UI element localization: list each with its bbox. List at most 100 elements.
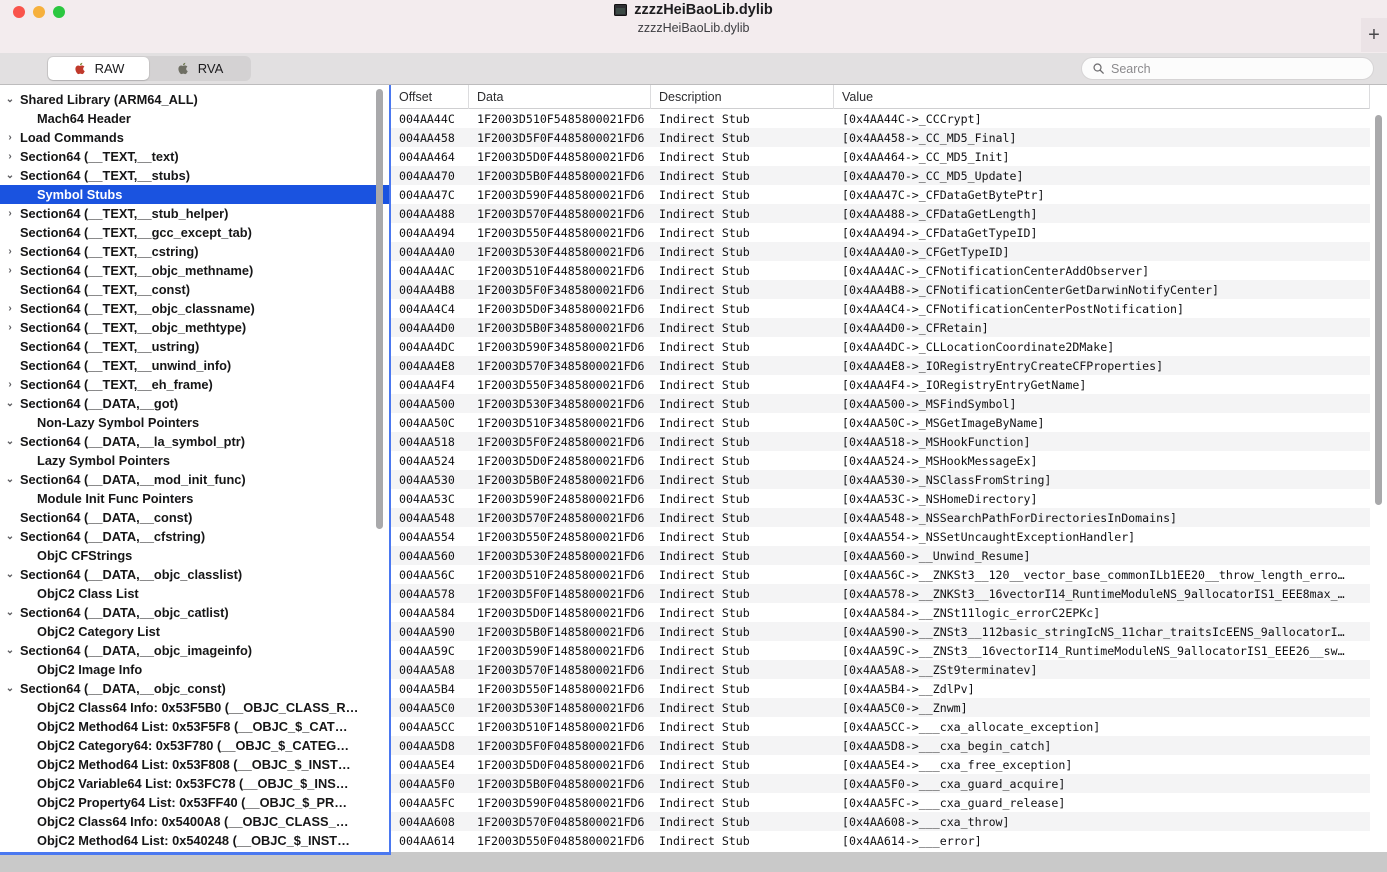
tree-item[interactable]: Symbol Stubs (0, 185, 389, 204)
table-row[interactable]: 004AA458 1F2003D5F0F4485800021FD6 Indirect… (391, 128, 1387, 147)
tree-item[interactable]: Section64 (__TEXT,__const) (0, 280, 389, 299)
table-row[interactable]: 004AA5FC 1F2003D590F0485800021FD6 Indirect… (391, 793, 1387, 812)
chevron-down-icon[interactable]: ⌄ (0, 569, 20, 580)
sidebar-scrollbar[interactable] (376, 89, 383, 529)
tree-item[interactable]: ObjC2 Category64: 0x53F780 (__OBJC_$_CAT… (0, 736, 389, 755)
table-row[interactable]: 004AA50C 1F2003D510F3485800021FD6 Indirect… (391, 413, 1387, 432)
table-row[interactable]: 004AA4F4 1F2003D550F3485800021FD6 Indirect… (391, 375, 1387, 394)
tree-item[interactable]: ObjC2 Method64 List: 0x53F5F8 (__OBJC_$_… (0, 717, 389, 736)
structure-tree[interactable]: ⌄ Shared Library (ARM64_ALL) Mach64 Heade… (0, 85, 389, 870)
tree-item[interactable]: ⌄ Section64 (__DATA,__objc_imageinfo) (0, 641, 389, 660)
tree-item[interactable]: › Section64 (__TEXT,__eh_frame) (0, 375, 389, 394)
chevron-down-icon[interactable]: ⌄ (0, 94, 20, 105)
table-row[interactable]: 004AA5E4 1F2003D5D0F0485800021FD6 Indirect… (391, 755, 1387, 774)
tree-item[interactable]: › Section64 (__TEXT,__objc_methtype) (0, 318, 389, 337)
table-row[interactable]: 004AA5B4 1F2003D550F1485800021FD6 Indirect… (391, 679, 1387, 698)
tree-item[interactable]: ⌄ Section64 (__DATA,__got) (0, 394, 389, 413)
table-row[interactable]: 004AA4B8 1F2003D5F0F3485800021FD6 Indirect… (391, 280, 1387, 299)
table-row[interactable]: 004AA530 1F2003D5B0F2485800021FD6 Indirect… (391, 470, 1387, 489)
chevron-right-icon[interactable]: › (0, 379, 20, 390)
table-row[interactable]: 004AA500 1F2003D530F3485800021FD6 Indirect… (391, 394, 1387, 413)
tree-item[interactable]: ObjC2 Class List (0, 584, 389, 603)
chevron-down-icon[interactable]: ⌄ (0, 474, 20, 485)
table-row[interactable]: 004AA56C 1F2003D510F2485800021FD6 Indirect… (391, 565, 1387, 584)
chevron-down-icon[interactable]: ⌄ (0, 170, 20, 181)
table-row[interactable]: 004AA4E8 1F2003D570F3485800021FD6 Indirect… (391, 356, 1387, 375)
tree-item[interactable]: ⌄ Section64 (__DATA,__la_symbol_ptr) (0, 432, 389, 451)
table-row[interactable]: 004AA608 1F2003D570F0485800021FD6 Indirect… (391, 812, 1387, 831)
table-row[interactable]: 004AA494 1F2003D550F4485800021FD6 Indirect… (391, 223, 1387, 242)
table-row[interactable]: 004AA53C 1F2003D590F2485800021FD6 Indirect… (391, 489, 1387, 508)
tree-item[interactable]: ⌄ Section64 (__DATA,__objc_classlist) (0, 565, 389, 584)
table-row[interactable]: 004AA590 1F2003D5B0F1485800021FD6 Indirect… (391, 622, 1387, 641)
table-row[interactable]: 004AA5D8 1F2003D5F0F0485800021FD6 Indirect… (391, 736, 1387, 755)
chevron-down-icon[interactable]: ⌄ (0, 683, 20, 694)
chevron-right-icon[interactable]: › (0, 265, 20, 276)
tree-item[interactable]: ObjC2 Class64 Info: 0x53F5B0 (__OBJC_CLA… (0, 698, 389, 717)
chevron-down-icon[interactable]: ⌄ (0, 436, 20, 447)
table-scrollbar[interactable] (1375, 115, 1382, 505)
table-row[interactable]: 004AA614 1F2003D550F0485800021FD6 Indirect… (391, 831, 1387, 850)
chevron-down-icon[interactable]: ⌄ (0, 607, 20, 618)
table-row[interactable]: 004AA4AC 1F2003D510F4485800021FD6 Indirect… (391, 261, 1387, 280)
chevron-down-icon[interactable]: ⌄ (0, 398, 20, 409)
tree-item[interactable]: Section64 (__TEXT,__unwind_info) (0, 356, 389, 375)
table-row[interactable]: 004AA5F0 1F2003D5B0F0485800021FD6 Indirect… (391, 774, 1387, 793)
table-body[interactable]: 004AA44C 1F2003D510F5485800021FD6 Indirect… (391, 109, 1387, 872)
table-row[interactable]: 004AA5CC 1F2003D510F1485800021FD6 Indirect… (391, 717, 1387, 736)
table-row[interactable]: 004AA560 1F2003D530F2485800021FD6 Indirect… (391, 546, 1387, 565)
table-row[interactable]: 004AA4DC 1F2003D590F3485800021FD6 Indirect… (391, 337, 1387, 356)
table-row[interactable]: 004AA470 1F2003D5B0F4485800021FD6 Indirect… (391, 166, 1387, 185)
tree-item[interactable]: ObjC CFStrings (0, 546, 389, 565)
tree-item[interactable]: › Section64 (__TEXT,__text) (0, 147, 389, 166)
table-row[interactable]: 004AA548 1F2003D570F2485800021FD6 Indirect… (391, 508, 1387, 527)
tree-item[interactable]: ⌄ Section64 (__DATA,__objc_catlist) (0, 603, 389, 622)
tree-item[interactable]: ObjC2 Property64 List: 0x53FF40 (__OBJC_… (0, 793, 389, 812)
tree-item[interactable]: Module Init Func Pointers (0, 489, 389, 508)
column-header-value[interactable]: Value (834, 85, 1387, 109)
tree-item[interactable]: ObjC2 Category List (0, 622, 389, 641)
tab-raw[interactable]: RAW (48, 57, 149, 80)
tree-item[interactable]: Section64 (__TEXT,__ustring) (0, 337, 389, 356)
table-row[interactable]: 004AA5A8 1F2003D570F1485800021FD6 Indirect… (391, 660, 1387, 679)
chevron-down-icon[interactable]: ⌄ (0, 645, 20, 656)
tree-item[interactable]: Mach64 Header (0, 109, 389, 128)
table-row[interactable]: 004AA4C4 1F2003D5D0F3485800021FD6 Indirect… (391, 299, 1387, 318)
chevron-right-icon[interactable]: › (0, 132, 20, 143)
tree-item[interactable]: Lazy Symbol Pointers (0, 451, 389, 470)
search-input[interactable] (1111, 61, 1363, 76)
tree-item[interactable]: ObjC2 Variable64 List: 0x53FC78 (__OBJC_… (0, 774, 389, 793)
table-row[interactable]: 004AA578 1F2003D5F0F1485800021FD6 Indirect… (391, 584, 1387, 603)
tree-item[interactable]: › Section64 (__TEXT,__objc_methname) (0, 261, 389, 280)
table-row[interactable]: 004AA524 1F2003D5D0F2485800021FD6 Indirect… (391, 451, 1387, 470)
chevron-down-icon[interactable]: ⌄ (0, 531, 20, 542)
add-tab-button[interactable]: + (1361, 18, 1387, 52)
tree-item[interactable]: › Load Commands (0, 128, 389, 147)
tree-item[interactable]: › Section64 (__TEXT,__stub_helper) (0, 204, 389, 223)
tree-item[interactable]: › Section64 (__TEXT,__cstring) (0, 242, 389, 261)
tree-item[interactable]: Section64 (__TEXT,__gcc_except_tab) (0, 223, 389, 242)
chevron-right-icon[interactable]: › (0, 208, 20, 219)
table-row[interactable]: 004AA59C 1F2003D590F1485800021FD6 Indirect… (391, 641, 1387, 660)
table-row[interactable]: 004AA488 1F2003D570F4485800021FD6 Indirect… (391, 204, 1387, 223)
tab-rva[interactable]: RVA (149, 57, 250, 80)
chevron-right-icon[interactable]: › (0, 322, 20, 333)
tree-item[interactable]: ObjC2 Method64 List: 0x540248 (__OBJC_$_… (0, 831, 389, 850)
table-row[interactable]: 004AA4A0 1F2003D530F4485800021FD6 Indirect… (391, 242, 1387, 261)
table-row[interactable]: 004AA554 1F2003D550F2485800021FD6 Indirect… (391, 527, 1387, 546)
tree-item[interactable]: ⌄ Section64 (__DATA,__cfstring) (0, 527, 389, 546)
table-row[interactable]: 004AA518 1F2003D5F0F2485800021FD6 Indirect… (391, 432, 1387, 451)
tree-item[interactable]: ObjC2 Method64 List: 0x53F808 (__OBJC_$_… (0, 755, 389, 774)
search-field[interactable] (1081, 57, 1374, 80)
tree-item[interactable]: Section64 (__DATA,__const) (0, 508, 389, 527)
tree-item[interactable]: ⌄ Shared Library (ARM64_ALL) (0, 90, 389, 109)
tree-item[interactable]: ObjC2 Image Info (0, 660, 389, 679)
chevron-right-icon[interactable]: › (0, 303, 20, 314)
column-header-offset[interactable]: Offset (391, 85, 469, 109)
table-row[interactable]: 004AA464 1F2003D5D0F4485800021FD6 Indirect… (391, 147, 1387, 166)
tree-item[interactable]: ObjC2 Class64 Info: 0x5400A8 (__OBJC_CLA… (0, 812, 389, 831)
table-row[interactable]: 004AA47C 1F2003D590F4485800021FD6 Indirect… (391, 185, 1387, 204)
table-row[interactable]: 004AA5C0 1F2003D530F1485800021FD6 Indirect… (391, 698, 1387, 717)
tree-item[interactable]: ⌄ Section64 (__DATA,__mod_init_func) (0, 470, 389, 489)
chevron-right-icon[interactable]: › (0, 246, 20, 257)
